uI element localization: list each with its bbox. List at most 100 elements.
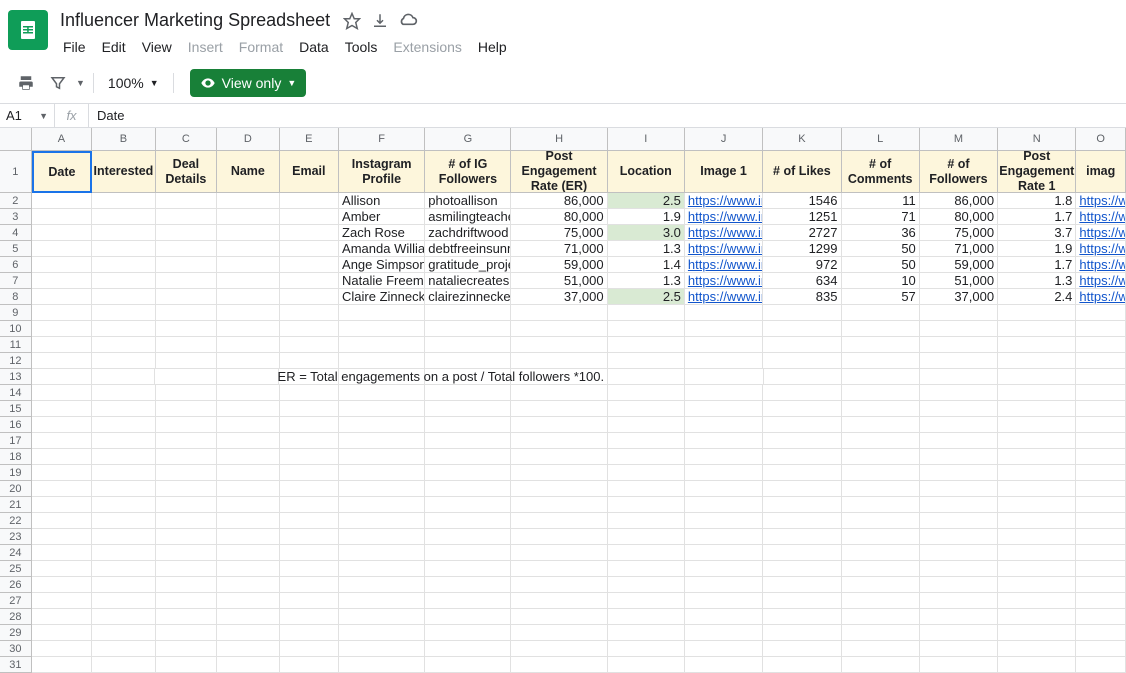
cell[interactable]: [842, 305, 920, 321]
cell[interactable]: [763, 657, 841, 673]
cell[interactable]: 1546: [763, 193, 841, 209]
cell[interactable]: [339, 305, 425, 321]
column-header-G[interactable]: G: [425, 128, 511, 150]
cell[interactable]: [156, 241, 217, 257]
cell[interactable]: 2.5: [608, 289, 685, 305]
column-header-B[interactable]: B: [92, 128, 155, 150]
cell[interactable]: [280, 625, 339, 641]
cell[interactable]: [998, 385, 1076, 401]
cell[interactable]: [425, 561, 511, 577]
cell[interactable]: [280, 497, 339, 513]
cell[interactable]: [763, 337, 841, 353]
cell[interactable]: [156, 337, 217, 353]
column-header-E[interactable]: E: [280, 128, 339, 150]
cell[interactable]: [156, 257, 217, 273]
cell[interactable]: [156, 529, 217, 545]
cell[interactable]: [280, 529, 339, 545]
cell[interactable]: [92, 465, 155, 481]
cell[interactable]: [92, 305, 155, 321]
cell[interactable]: [156, 545, 217, 561]
cell[interactable]: [32, 625, 92, 641]
cell[interactable]: [217, 193, 279, 209]
star-icon[interactable]: [342, 11, 362, 31]
cell[interactable]: [155, 369, 216, 385]
cell[interactable]: [608, 369, 685, 385]
cell[interactable]: [1076, 657, 1126, 673]
cell[interactable]: 75,000: [920, 225, 998, 241]
header-cell[interactable]: Interested: [92, 151, 155, 193]
row-header[interactable]: 13: [0, 369, 32, 385]
cell[interactable]: [92, 385, 155, 401]
cell[interactable]: [217, 449, 279, 465]
cell[interactable]: [339, 641, 425, 657]
cell[interactable]: [998, 305, 1076, 321]
row-header[interactable]: 10: [0, 321, 32, 337]
cell[interactable]: https://www.insta: [685, 225, 763, 241]
cell[interactable]: Amanda Williams: [339, 241, 425, 257]
cell[interactable]: [92, 481, 155, 497]
cell[interactable]: 3.7: [998, 225, 1076, 241]
cell[interactable]: [608, 609, 685, 625]
cell[interactable]: [511, 465, 607, 481]
cell[interactable]: [92, 593, 155, 609]
cell[interactable]: [608, 513, 685, 529]
cell[interactable]: [156, 497, 217, 513]
cell[interactable]: [608, 625, 685, 641]
cell[interactable]: https://w: [1076, 289, 1126, 305]
cell[interactable]: [32, 545, 92, 561]
cell[interactable]: [685, 385, 763, 401]
cell[interactable]: [92, 529, 155, 545]
cell[interactable]: [156, 561, 217, 577]
cell[interactable]: 37,000: [920, 289, 998, 305]
menu-tools[interactable]: Tools: [338, 35, 385, 59]
cell[interactable]: [280, 225, 339, 241]
cell[interactable]: [920, 625, 998, 641]
cell[interactable]: [920, 321, 998, 337]
cell[interactable]: [685, 625, 763, 641]
cell[interactable]: [920, 481, 998, 497]
cell[interactable]: [92, 193, 155, 209]
row-header[interactable]: 30: [0, 641, 32, 657]
header-cell[interactable]: Location: [608, 151, 685, 193]
cell[interactable]: [998, 401, 1076, 417]
cell[interactable]: [1076, 577, 1126, 593]
cell[interactable]: [156, 273, 217, 289]
cell[interactable]: [92, 545, 155, 561]
cell[interactable]: [425, 337, 511, 353]
cell[interactable]: [92, 369, 155, 385]
row-header[interactable]: 20: [0, 481, 32, 497]
header-cell[interactable]: Image 1: [685, 151, 763, 193]
cell[interactable]: [763, 481, 841, 497]
cell[interactable]: [280, 609, 339, 625]
cell[interactable]: [32, 481, 92, 497]
header-cell[interactable]: # of Comments: [842, 151, 920, 193]
cell[interactable]: [763, 513, 841, 529]
cell[interactable]: [1076, 433, 1126, 449]
cell[interactable]: [511, 401, 607, 417]
row-header[interactable]: 27: [0, 593, 32, 609]
cell[interactable]: [920, 561, 998, 577]
row-header[interactable]: 6: [0, 257, 32, 273]
header-cell[interactable]: Instagram Profile: [339, 151, 425, 193]
cell[interactable]: [842, 449, 920, 465]
header-cell[interactable]: # of IG Followers: [425, 151, 511, 193]
cell[interactable]: [156, 609, 217, 625]
cell[interactable]: [1076, 513, 1126, 529]
cell[interactable]: [842, 657, 920, 673]
cell[interactable]: ER = Total engagements on a post / Total…: [511, 369, 608, 385]
cell[interactable]: [1076, 305, 1126, 321]
cell[interactable]: [280, 273, 339, 289]
cell[interactable]: [92, 401, 155, 417]
cell[interactable]: Ange Simpson: [339, 257, 425, 273]
cell[interactable]: [685, 401, 763, 417]
cell[interactable]: [920, 657, 998, 673]
cell[interactable]: [339, 433, 425, 449]
cell[interactable]: [763, 545, 841, 561]
cell[interactable]: [1076, 561, 1126, 577]
cell[interactable]: [685, 641, 763, 657]
cell[interactable]: [425, 401, 511, 417]
cell[interactable]: [511, 593, 607, 609]
cell[interactable]: [425, 545, 511, 561]
cell[interactable]: [339, 545, 425, 561]
row-header[interactable]: 24: [0, 545, 32, 561]
